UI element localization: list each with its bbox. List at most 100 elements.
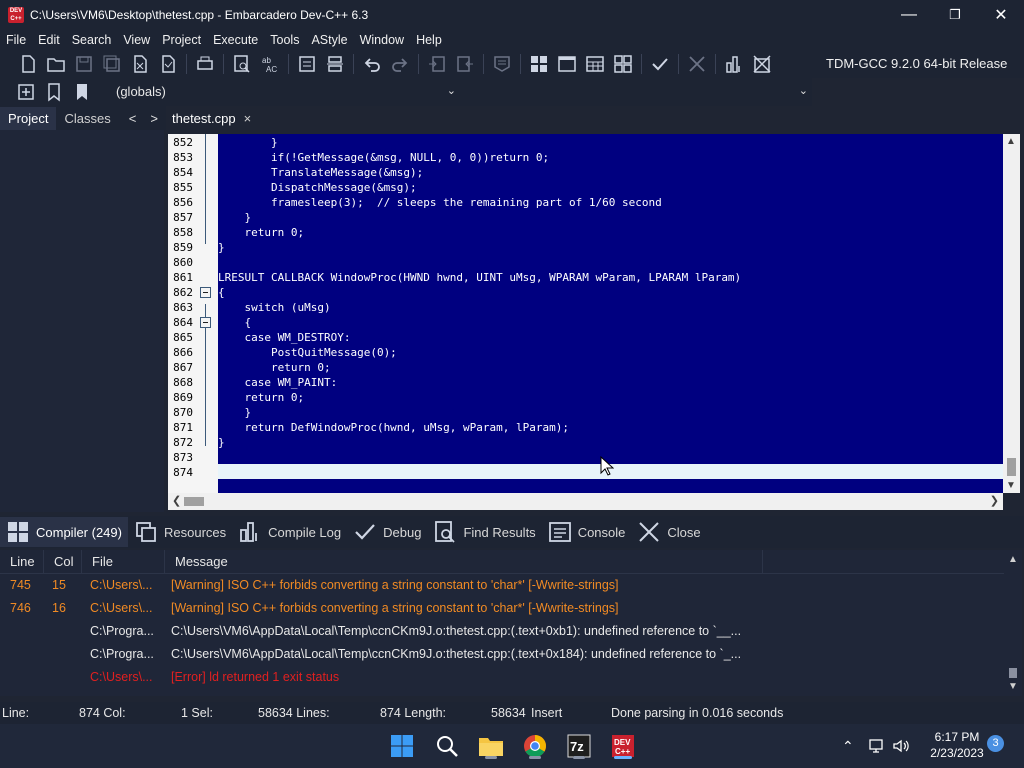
code-line[interactable]: case WM_PAINT: (218, 375, 1003, 390)
col-header-file[interactable]: File (82, 550, 165, 573)
unindent-button[interactable] (454, 53, 476, 75)
compiler-select[interactable]: TDM-GCC 9.2.0 64-bit Release (818, 50, 1007, 78)
indent-button[interactable] (426, 53, 448, 75)
code-editor[interactable]: 852 } 853 if(!GetMessage(&msg, NULL, 0, 0… (168, 134, 1003, 493)
close-tab-icon[interactable]: × (244, 111, 252, 126)
save-button[interactable] (73, 53, 95, 75)
scroll-up-icon[interactable]: ▲ (1008, 554, 1018, 565)
code-line[interactable]: return 0; (218, 360, 1003, 375)
minimize-button[interactable]: — (886, 0, 932, 30)
7zip-taskbar-button[interactable]: 7z (564, 731, 594, 761)
file-explorer-taskbar-button[interactable] (476, 731, 506, 761)
code-line[interactable]: switch (uMsg) (218, 300, 1003, 315)
goto-bookmark-button[interactable] (71, 81, 93, 103)
network-icon[interactable] (868, 738, 886, 754)
member-combobox[interactable]: ⌄ (462, 81, 812, 103)
hscroll-thumb[interactable] (184, 497, 204, 506)
editor-horizontal-scrollbar[interactable]: ❮ ❯ (168, 493, 1003, 510)
chart-button[interactable] (723, 53, 745, 75)
tab-resources[interactable]: Resources (128, 517, 232, 547)
toggle-panel-button[interactable] (324, 53, 346, 75)
chrome-taskbar-button[interactable] (520, 731, 550, 761)
code-line[interactable]: } (218, 405, 1003, 420)
code-line[interactable]: } (218, 135, 1003, 150)
menu-project[interactable]: Project (156, 33, 207, 47)
scroll-thumb[interactable] (1007, 458, 1016, 476)
scroll-up-icon[interactable]: ▲ (1006, 136, 1016, 147)
open-button[interactable] (45, 53, 67, 75)
table-row[interactable]: 745 15 C:\Users\... [Warning] ISO C++ forbi… (0, 575, 1004, 598)
save-all-button[interactable] (101, 53, 123, 75)
tab-console[interactable]: Console (542, 517, 632, 547)
scroll-left-icon[interactable]: ❮ (172, 494, 181, 507)
code-line[interactable]: framesleep(3); // sleeps the remaining p… (218, 195, 1003, 210)
menu-view[interactable]: View (117, 33, 156, 47)
notification-badge[interactable]: 3 (987, 735, 1004, 752)
code-line[interactable]: PostQuitMessage(0); (218, 345, 1003, 360)
fold-toggle-icon[interactable] (200, 287, 211, 298)
messages-scroll-thumb[interactable] (1009, 668, 1017, 678)
project-tree[interactable] (0, 130, 164, 512)
tab-next-arrow[interactable]: > (150, 111, 158, 126)
insert-button[interactable] (15, 81, 37, 103)
menu-tools[interactable]: Tools (264, 33, 305, 47)
tab-compile-log[interactable]: Compile Log (232, 517, 347, 547)
menu-window[interactable]: Window (354, 33, 410, 47)
tab-find-results[interactable]: Find Results (427, 517, 541, 547)
col-header-message[interactable]: Message (165, 550, 763, 573)
table-row[interactable]: C:\Users\... [Error] ld returned 1 exit s… (0, 667, 1004, 690)
code-line[interactable]: } (218, 240, 1003, 255)
scroll-down-icon[interactable]: ▼ (1008, 681, 1018, 692)
taskbar-clock[interactable]: 6:17 PM 2/23/2023 (924, 729, 990, 761)
code-line[interactable] (218, 255, 1003, 270)
menu-help[interactable]: Help (410, 33, 448, 47)
replace-button[interactable]: ab AC (259, 53, 281, 75)
code-line[interactable]: TranslateMessage(&msg); (218, 165, 1003, 180)
maximize-button[interactable]: ❐ (932, 0, 978, 30)
menu-search[interactable]: Search (66, 33, 118, 47)
layout-quad-button[interactable] (612, 53, 634, 75)
volume-icon[interactable] (892, 738, 910, 754)
layout-tiles-button[interactable] (528, 53, 550, 75)
tab-project[interactable]: Project (0, 106, 57, 130)
toggle-bookmark-button[interactable] (43, 81, 65, 103)
scroll-right-icon[interactable]: ❯ (990, 494, 999, 507)
code-line[interactable]: LRESULT CALLBACK WindowProc(HWND hwnd, U… (218, 270, 1003, 285)
close-all-button[interactable] (157, 53, 179, 75)
code-line[interactable]: DispatchMessage(&msg); (218, 180, 1003, 195)
code-line[interactable]: case WM_DESTROY: (218, 330, 1003, 345)
col-header-line[interactable]: Line (0, 550, 44, 573)
code-line[interactable]: return DefWindowProc(hwnd, uMsg, wParam,… (218, 420, 1003, 435)
print-button[interactable] (194, 53, 216, 75)
code-line[interactable]: if(!GetMessage(&msg, NULL, 0, 0))return … (218, 150, 1003, 165)
menu-execute[interactable]: Execute (207, 33, 264, 47)
compile-button[interactable] (649, 53, 671, 75)
tab-close[interactable]: Close (631, 517, 706, 547)
code-line[interactable]: return 0; (218, 225, 1003, 240)
tab-classes[interactable]: Classes (56, 107, 118, 130)
scope-combobox[interactable]: (globals) ⌄ (108, 81, 460, 103)
code-line[interactable]: { (218, 315, 1003, 330)
bookmark-button[interactable] (491, 53, 513, 75)
fold-toggle-icon[interactable] (200, 317, 211, 328)
close-window-button[interactable]: ✕ (978, 0, 1024, 30)
devcpp-app-icon[interactable]: DEV C++ (8, 7, 24, 23)
delete-chart-button[interactable] (751, 53, 773, 75)
devcpp-taskbar-button[interactable]: DEV C++ (608, 731, 638, 761)
stop-button[interactable] (686, 53, 708, 75)
layout-window-button[interactable] (556, 53, 578, 75)
code-line[interactable]: } (218, 210, 1003, 225)
tray-chevron-up-icon[interactable]: ⌃ (842, 738, 854, 755)
tab-prev-arrow[interactable]: < (129, 111, 137, 126)
editor-vertical-scrollbar[interactable]: ▲ ▼ (1003, 134, 1020, 493)
code-line[interactable]: { (218, 285, 1003, 300)
table-row[interactable]: 746 16 C:\Users\... [Warning] ISO C++ forbi… (0, 598, 1004, 621)
table-row[interactable]: C:\Progra... C:\Users\VM6\AppData\Local\T… (0, 621, 1004, 644)
scroll-down-icon[interactable]: ▼ (1006, 480, 1016, 491)
menu-edit[interactable]: Edit (32, 33, 66, 47)
code-line[interactable]: return 0; (218, 390, 1003, 405)
editor-tab-thetest[interactable]: thetest.cpp × (166, 106, 262, 130)
tab-debug[interactable]: Debug (347, 517, 427, 547)
undo-button[interactable] (361, 53, 383, 75)
messages-scrollbar[interactable]: ▲ ▼ (1004, 550, 1022, 696)
